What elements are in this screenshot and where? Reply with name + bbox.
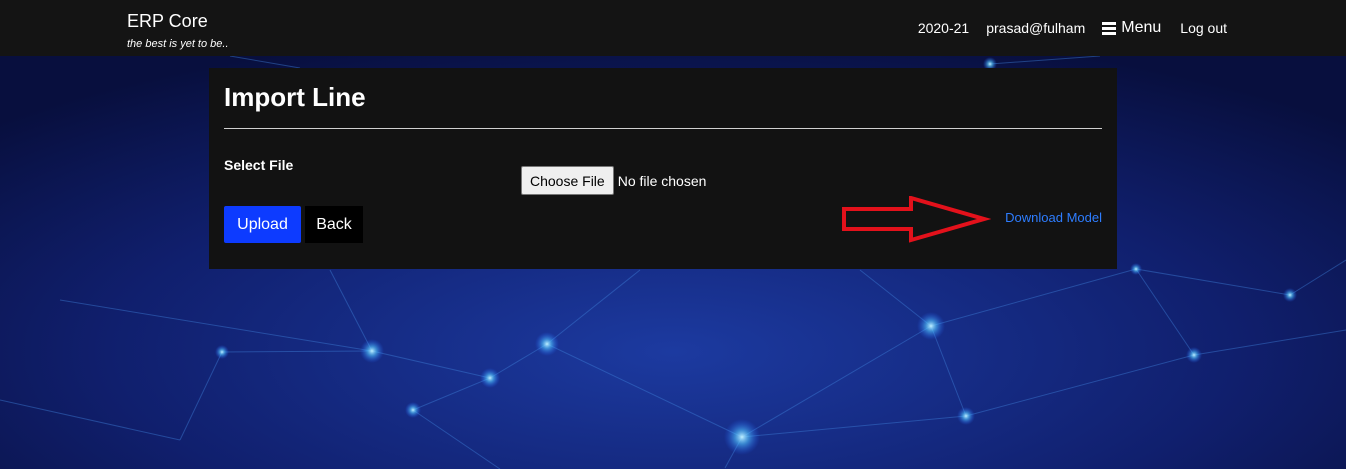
menu-label: Menu — [1121, 19, 1162, 36]
menu-hamburger-icon — [1102, 22, 1117, 35]
brand-tagline: the best is yet to be.. — [127, 38, 229, 50]
fiscal-year-label[interactable]: 2020-21 — [918, 20, 969, 36]
select-file-label: Select File — [224, 157, 294, 173]
choose-file-button[interactable]: Choose File — [521, 166, 614, 195]
logout-link[interactable]: Log out — [1180, 20, 1227, 36]
upload-button[interactable]: Upload — [224, 206, 301, 243]
top-navbar: ERP Core the best is yet to be.. 2020-21… — [0, 0, 1346, 56]
user-label[interactable]: prasad@fulham — [986, 20, 1085, 36]
title-divider — [224, 128, 1102, 129]
menu-button[interactable]: Menu — [1102, 19, 1161, 37]
import-line-card: Import Line Select File Choose File No f… — [209, 68, 1117, 269]
red-arrow-annotation — [842, 196, 991, 243]
back-button[interactable]: Back — [305, 206, 363, 243]
brand-title[interactable]: ERP Core — [127, 11, 208, 32]
file-status-text: No file chosen — [617, 172, 707, 189]
nav-right: 2020-21 prasad@fulham Menu Log out — [901, 0, 1227, 56]
file-input[interactable]: Choose File No file chosen — [521, 166, 706, 195]
page-title: Import Line — [224, 82, 366, 112]
download-model-link[interactable]: Download Model — [1005, 210, 1102, 225]
